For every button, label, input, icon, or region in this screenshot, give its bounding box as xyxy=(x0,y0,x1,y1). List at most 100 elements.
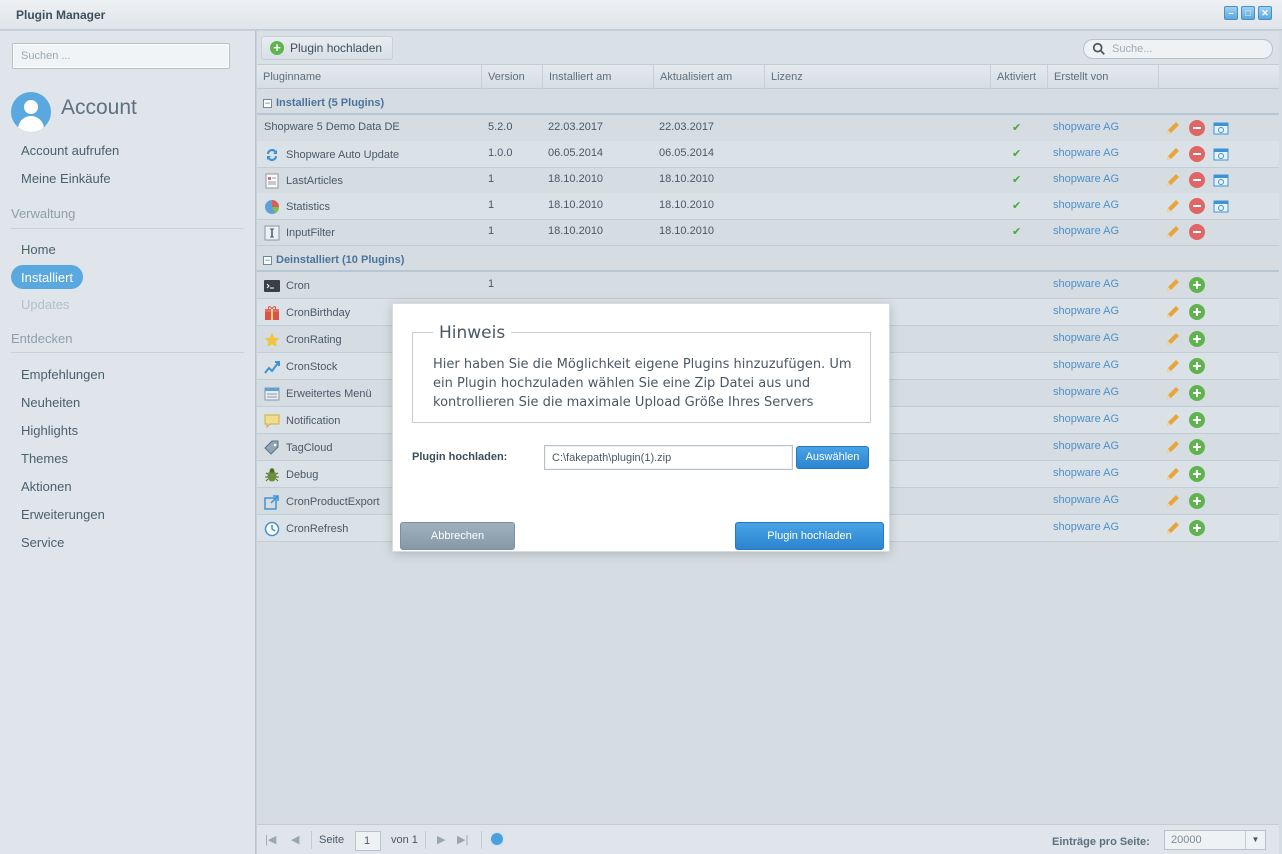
sidebar-item-news[interactable]: Neuheiten xyxy=(21,395,80,410)
reinstall-icon[interactable] xyxy=(1213,198,1229,214)
author-link[interactable]: shopware AG xyxy=(1053,305,1119,317)
table-row[interactable]: Shopware 5 Demo Data DE 5.2.0 22.03.2017 22… xyxy=(257,115,1279,142)
sidebar-item-service[interactable]: Service xyxy=(21,535,64,550)
column-header-name[interactable]: Pluginname xyxy=(257,65,482,89)
column-header-version[interactable]: Version xyxy=(482,65,543,89)
author-link[interactable]: shopware AG xyxy=(1053,147,1119,159)
pencil-icon[interactable] xyxy=(1165,198,1181,214)
sidebar-item-highlights[interactable]: Highlights xyxy=(21,423,78,438)
table-row[interactable]: Cron 1 shopware AG xyxy=(257,272,1279,299)
prev-page-icon[interactable]: ◀ xyxy=(291,833,299,846)
close-button[interactable]: ✕ xyxy=(1258,6,1272,20)
author-link[interactable]: shopware AG xyxy=(1053,386,1119,398)
first-page-icon[interactable]: |◀ xyxy=(265,833,276,846)
choose-file-button[interactable]: Auswählen xyxy=(796,446,869,469)
pencil-icon[interactable] xyxy=(1165,331,1181,347)
author-link[interactable]: shopware AG xyxy=(1053,332,1119,344)
sidebar-item-purchases[interactable]: Meine Einkäufe xyxy=(21,171,111,186)
uninstall-icon[interactable] xyxy=(1189,198,1205,214)
uninstall-icon[interactable] xyxy=(1189,146,1205,162)
pencil-icon[interactable] xyxy=(1165,493,1181,509)
upload-plugin-button[interactable]: + Plugin hochladen xyxy=(261,36,394,60)
search-icon xyxy=(1092,42,1105,55)
cancel-button[interactable]: Abbrechen xyxy=(400,522,515,550)
pencil-icon[interactable] xyxy=(1165,439,1181,455)
install-icon[interactable] xyxy=(1189,493,1205,509)
plugin-name: Shopware 5 Demo Data DE xyxy=(264,121,400,133)
refresh-icon[interactable] xyxy=(489,831,505,847)
install-icon[interactable] xyxy=(1189,520,1205,536)
sidebar-item-themes[interactable]: Themes xyxy=(21,451,68,466)
grid-search-input[interactable]: Suche... xyxy=(1083,39,1273,59)
sidebar-item-recommendations[interactable]: Empfehlungen xyxy=(21,367,105,382)
submit-upload-button[interactable]: Plugin hochladen xyxy=(735,522,884,550)
author-link[interactable]: shopware AG xyxy=(1053,467,1119,479)
author-link[interactable]: shopware AG xyxy=(1053,121,1119,133)
pencil-icon[interactable] xyxy=(1165,304,1181,320)
install-icon[interactable] xyxy=(1189,304,1205,320)
pencil-icon[interactable] xyxy=(1165,172,1181,188)
uninstall-icon[interactable] xyxy=(1189,172,1205,188)
group-header-uninstalled[interactable]: − Deinstalliert (10 Plugins) xyxy=(257,246,1279,272)
install-icon[interactable] xyxy=(1189,466,1205,482)
install-icon[interactable] xyxy=(1189,277,1205,293)
table-row[interactable]: Shopware Auto Update 1.0.0 06.05.2014 06.05… xyxy=(257,141,1279,168)
group-header-installed[interactable]: − Installiert (5 Plugins) xyxy=(257,89,1279,115)
collapse-icon[interactable]: − xyxy=(263,256,272,265)
reinstall-icon[interactable] xyxy=(1213,146,1229,162)
pencil-icon[interactable] xyxy=(1165,358,1181,374)
minimize-button[interactable]: – xyxy=(1224,6,1238,20)
uninstall-icon[interactable] xyxy=(1189,120,1205,136)
reinstall-icon[interactable] xyxy=(1213,172,1229,188)
install-icon[interactable] xyxy=(1189,412,1205,428)
collapse-icon[interactable]: − xyxy=(263,99,272,108)
pencil-icon[interactable] xyxy=(1165,277,1181,293)
pencil-icon[interactable] xyxy=(1165,120,1181,136)
next-page-icon[interactable]: ▶ xyxy=(437,833,445,846)
author-link[interactable]: shopware AG xyxy=(1053,225,1119,237)
install-icon[interactable] xyxy=(1189,358,1205,374)
sidebar-search-input[interactable]: Suchen ... xyxy=(12,43,230,69)
column-header-license[interactable]: Lizenz xyxy=(765,65,991,89)
sidebar-item-account-open[interactable]: Account aufrufen xyxy=(21,143,119,158)
last-page-icon[interactable]: ▶| xyxy=(457,833,468,846)
author-link[interactable]: shopware AG xyxy=(1053,173,1119,185)
page-input[interactable]: 1 xyxy=(355,831,381,851)
install-icon[interactable] xyxy=(1189,385,1205,401)
upload-plugin-label: Plugin hochladen xyxy=(290,41,383,55)
column-header-author[interactable]: Erstellt von xyxy=(1048,65,1159,89)
install-icon[interactable] xyxy=(1189,331,1205,347)
column-header-installed[interactable]: Installiert am xyxy=(543,65,654,89)
sidebar-item-promotions[interactable]: Aktionen xyxy=(21,479,72,494)
file-path-input[interactable]: C:\fakepath\plugin(1).zip xyxy=(544,445,793,470)
column-header-updated[interactable]: Aktualisiert am xyxy=(654,65,765,89)
table-row[interactable]: Statistics 1 18.10.2010 18.10.2010 ✔ shopware… xyxy=(257,193,1279,220)
maximize-button[interactable]: □ xyxy=(1241,6,1255,20)
author-link[interactable]: shopware AG xyxy=(1053,440,1119,452)
author-link[interactable]: shopware AG xyxy=(1053,359,1119,371)
pencil-icon[interactable] xyxy=(1165,466,1181,482)
page-label: Seite xyxy=(319,834,345,846)
table-row[interactable]: InputFilter 1 18.10.2010 18.10.2010 ✔ shopwar… xyxy=(257,219,1279,246)
pencil-icon[interactable] xyxy=(1165,412,1181,428)
plugin-name: CronRefresh xyxy=(286,523,349,535)
author-link[interactable]: shopware AG xyxy=(1053,199,1119,211)
pencil-icon[interactable] xyxy=(1165,385,1181,401)
column-header-active[interactable]: Aktiviert xyxy=(991,65,1048,89)
author-link[interactable]: shopware AG xyxy=(1053,413,1119,425)
install-icon[interactable] xyxy=(1189,439,1205,455)
sidebar-item-home[interactable]: Home xyxy=(21,242,56,257)
uninstall-icon[interactable] xyxy=(1189,224,1205,240)
reinstall-icon[interactable] xyxy=(1213,120,1229,136)
per-page-select[interactable]: 20000 ▼ xyxy=(1164,830,1266,850)
author-link[interactable]: shopware AG xyxy=(1053,278,1119,290)
author-link[interactable]: shopware AG xyxy=(1053,494,1119,506)
pencil-icon[interactable] xyxy=(1165,520,1181,536)
pencil-icon[interactable] xyxy=(1165,146,1181,162)
author-link[interactable]: shopware AG xyxy=(1053,521,1119,533)
sidebar-item-installed[interactable]: Installiert xyxy=(11,265,84,289)
plugin-updated-date: 06.05.2014 xyxy=(659,147,715,159)
table-row[interactable]: LastArticles 1 18.10.2010 18.10.2010 ✔ shopwa… xyxy=(257,167,1279,194)
pencil-icon[interactable] xyxy=(1165,224,1181,240)
sidebar-item-extensions[interactable]: Erweiterungen xyxy=(21,507,105,522)
